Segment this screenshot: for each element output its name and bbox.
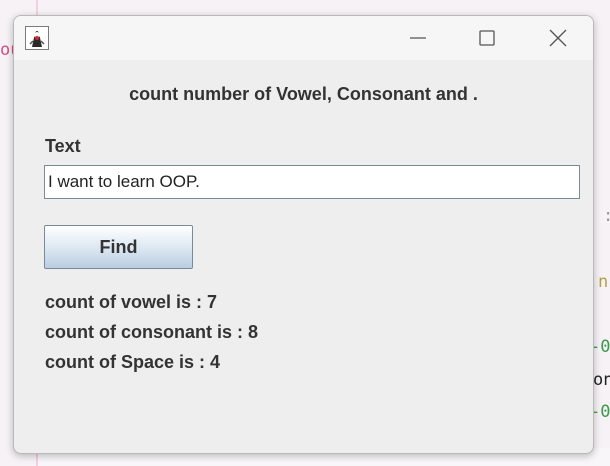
maximize-icon (479, 30, 495, 46)
minimize-icon (410, 37, 426, 39)
space-count-label: count of Space is : 4 (45, 352, 221, 372)
text-label: Text (45, 136, 81, 156)
close-icon (549, 29, 567, 47)
title-bar[interactable] (14, 16, 593, 60)
form-heading: count number of Vowel, Consonant and . (129, 84, 478, 104)
vowel-count-label: count of vowel is : 7 (45, 292, 218, 312)
text-input[interactable] (44, 165, 580, 199)
background-code-fragment: : (603, 206, 610, 226)
java-duke-icon (25, 26, 49, 50)
maximize-button[interactable] (464, 22, 510, 54)
minimize-button[interactable] (395, 22, 441, 54)
background-code-fragment: on (593, 370, 610, 390)
app-window: count number of Vowel, Consonant and . T… (13, 15, 594, 454)
close-button[interactable] (535, 22, 581, 54)
background-code-fragment: n (598, 272, 609, 292)
consonant-count-label: count of consonant is : 8 (45, 322, 259, 342)
find-button[interactable]: Find (44, 225, 193, 269)
